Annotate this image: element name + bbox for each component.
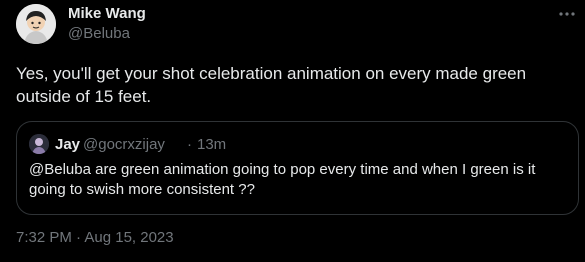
quoted-author-avatar-icon [29, 134, 49, 154]
quoted-tweet[interactable]: Jay @gocrxzijay · 13m @Beluba are green … [16, 121, 579, 215]
author-name[interactable]: Mike Wang [68, 5, 146, 22]
tweet-card: Mike Wang @Beluba Yes, you'll get your s… [0, 0, 585, 262]
quoted-time: 13m [197, 136, 227, 153]
author-handle[interactable]: @Beluba [68, 25, 130, 42]
quoted-tweet-text: @Beluba are green animation going to pop… [29, 161, 536, 198]
quoted-separator: · [187, 136, 192, 153]
tweet-timestamp[interactable]: 7:32 PM · Aug 15, 2023 [16, 229, 174, 246]
quoted-author-handle: @gocrxzijay [83, 136, 165, 153]
quoted-author-name: Jay [55, 136, 81, 153]
author-avatar-icon[interactable] [16, 4, 56, 44]
more-options-icon[interactable] [557, 4, 577, 24]
tweet-text: Yes, you'll get your shot celebration an… [16, 64, 527, 106]
